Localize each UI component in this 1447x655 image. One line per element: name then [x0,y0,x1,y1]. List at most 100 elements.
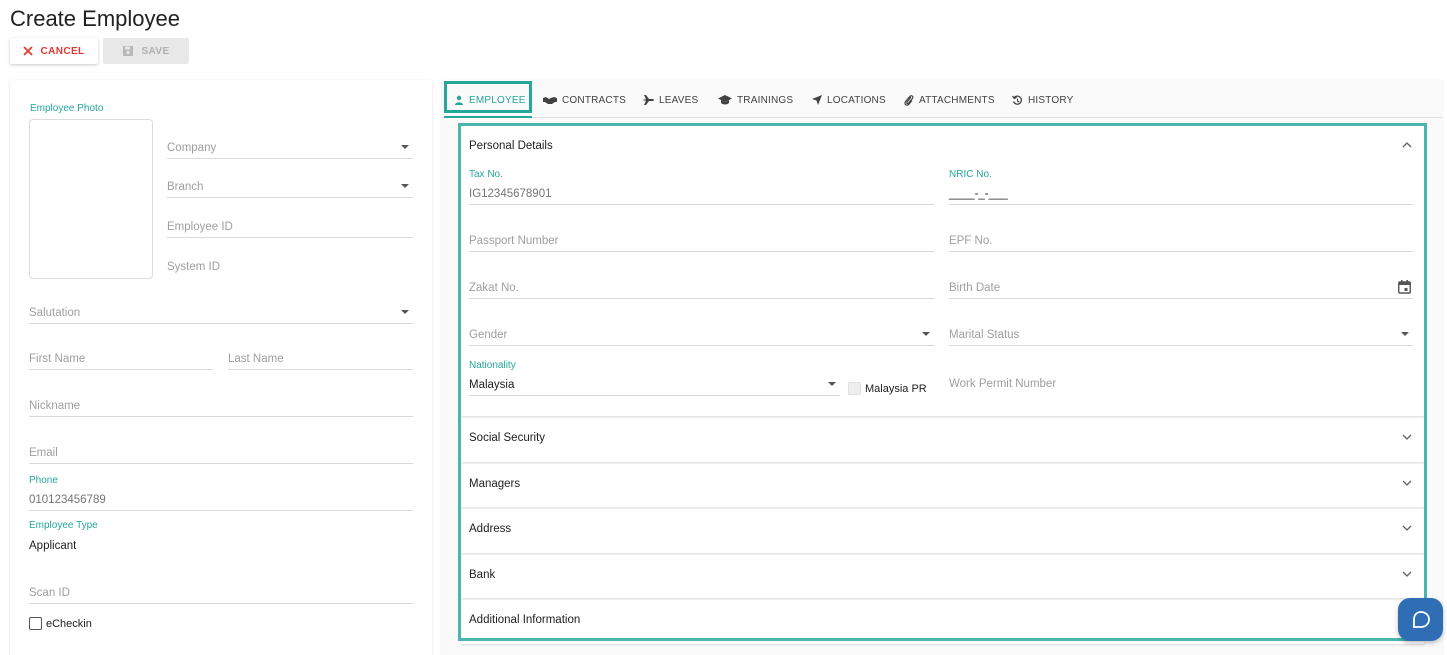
chat-support-button[interactable] [1398,598,1443,641]
tab-attachments[interactable]: ATTACHMENTS [904,92,995,108]
section-title: Additional Information [469,614,581,626]
employee-photo-upload[interactable] [29,119,153,279]
chat-bubble-icon [1412,610,1430,628]
nationality-select[interactable]: Nationality Malaysia [469,360,840,396]
echeckin-label: eCheckin [46,618,92,630]
birth-date-input[interactable]: Birth Date [949,275,1413,299]
first-name-input[interactable]: First Name [29,346,213,370]
tax-no-input[interactable]: Tax No. IG12345678901 [469,169,934,205]
malaysia-pr-checkbox[interactable] [848,382,861,395]
epf-no-input[interactable]: EPF No. [949,228,1413,252]
phone-input[interactable]: Phone 010123456789 [29,475,413,511]
branch-placeholder: Branch [167,181,204,193]
passport-number-placeholder: Passport Number [469,235,559,247]
close-icon [23,46,34,56]
salutation-placeholder: Salutation [29,307,81,319]
calendar-icon[interactable] [1398,280,1411,294]
tab-locations[interactable]: LOCATIONS [812,92,886,108]
caret-down-icon [401,184,409,188]
employee-details-card: EMPLOYEE CONTRACTS LEAVES TRAININGS LOCA… [442,80,1442,655]
zakat-no-placeholder: Zakat No. [469,282,519,294]
malaysia-pr-label: Malaysia PR [865,383,927,395]
tab-locations-label: LOCATIONS [827,94,886,106]
address-section[interactable]: Address [461,509,1424,553]
tab-history-label: HISTORY [1028,94,1074,106]
tab-contracts[interactable]: CONTRACTS [543,92,626,108]
phone-label: Phone [29,475,58,486]
active-tab-underline [444,116,532,118]
gender-select[interactable]: Gender [469,322,934,346]
zakat-no-input[interactable]: Zakat No. [469,275,934,299]
system-id-field: System ID [167,253,413,277]
tab-leaves[interactable]: LEAVES [642,92,698,108]
graduation-cap-icon [718,95,732,105]
save-button[interactable]: SAVE [103,38,189,64]
section-title: Bank [469,569,496,581]
employee-type-value: Applicant [29,540,77,552]
work-permit-placeholder: Work Permit Number [949,378,1057,390]
employee-summary-card: Employee Photo Company Branch Employee I… [10,80,432,655]
chevron-down-icon [1402,480,1412,486]
bank-section[interactable]: Bank [461,555,1424,598]
save-button-label: SAVE [141,45,170,57]
employee-photo-label: Employee Photo [30,103,104,114]
last-name-input[interactable]: Last Name [228,346,413,370]
marital-status-placeholder: Marital Status [949,329,1020,341]
phone-value: 010123456789 [29,494,106,506]
salutation-select[interactable]: Salutation [29,300,413,324]
work-permit-number-field: Work Permit Number [949,370,1413,394]
caret-down-icon [401,310,409,314]
airplane-icon [642,95,654,105]
caret-down-icon [922,332,930,336]
chevron-down-icon [1402,571,1412,577]
managers-section[interactable]: Managers [461,464,1424,507]
company-select[interactable]: Company [167,135,413,159]
nric-no-label: NRIC No. [949,169,992,180]
tab-history[interactable]: HISTORY [1012,92,1074,108]
location-arrow-icon [812,95,822,105]
tab-leaves-label: LEAVES [659,94,699,106]
chevron-down-icon [1402,525,1412,531]
tab-bar: EMPLOYEE CONTRACTS LEAVES TRAININGS LOCA… [442,80,1442,118]
tab-employee[interactable]: EMPLOYEE [454,92,526,108]
nickname-input[interactable]: Nickname [29,393,413,417]
section-title: Address [469,523,512,535]
handshake-icon [543,97,557,104]
nric-no-input[interactable]: NRIC No. ____-_-___ [949,169,1413,205]
birth-date-placeholder: Birth Date [949,282,1001,294]
tax-no-value: IG12345678901 [469,188,552,200]
employee-id-input[interactable]: Employee ID [167,214,413,238]
page-title: Create Employee [10,6,180,31]
nric-no-value: ____-_-___ [949,188,1008,200]
chevron-up-icon[interactable] [1402,142,1412,148]
company-placeholder: Company [167,142,217,154]
tab-contracts-label: CONTRACTS [562,94,627,106]
echeckin-checkbox[interactable] [29,617,42,630]
employee-type-field: Employee Type Applicant [29,520,413,556]
scan-id-input[interactable]: Scan ID [29,580,413,604]
tab-trainings[interactable]: TRAININGS [718,92,793,108]
passport-number-input[interactable]: Passport Number [469,228,934,252]
history-icon [1012,95,1022,105]
personal-details-title: Personal Details [469,140,553,152]
marital-status-select[interactable]: Marital Status [949,322,1413,346]
email-input[interactable]: Email [29,440,413,464]
employee-id-placeholder: Employee ID [167,221,233,233]
system-id-placeholder: System ID [167,261,221,273]
tab-attachments-label: ATTACHMENTS [919,94,995,106]
personal-details-section: Personal Details Tax No. IG12345678901 N… [461,126,1424,416]
person-icon [455,95,463,105]
caret-down-icon [401,145,409,149]
nickname-placeholder: Nickname [29,400,81,412]
additional-information-section[interactable]: Additional Information [461,600,1424,644]
social-security-section[interactable]: Social Security [461,418,1424,462]
caret-down-icon [1401,332,1409,336]
cancel-button[interactable]: CANCEL [10,38,98,64]
branch-select[interactable]: Branch [167,174,413,198]
save-icon [123,46,134,56]
nationality-label: Nationality [469,360,516,371]
email-placeholder: Email [29,447,58,459]
last-name-placeholder: Last Name [228,353,284,365]
tab-employee-label: EMPLOYEE [469,94,526,106]
employee-type-label: Employee Type [29,520,98,531]
